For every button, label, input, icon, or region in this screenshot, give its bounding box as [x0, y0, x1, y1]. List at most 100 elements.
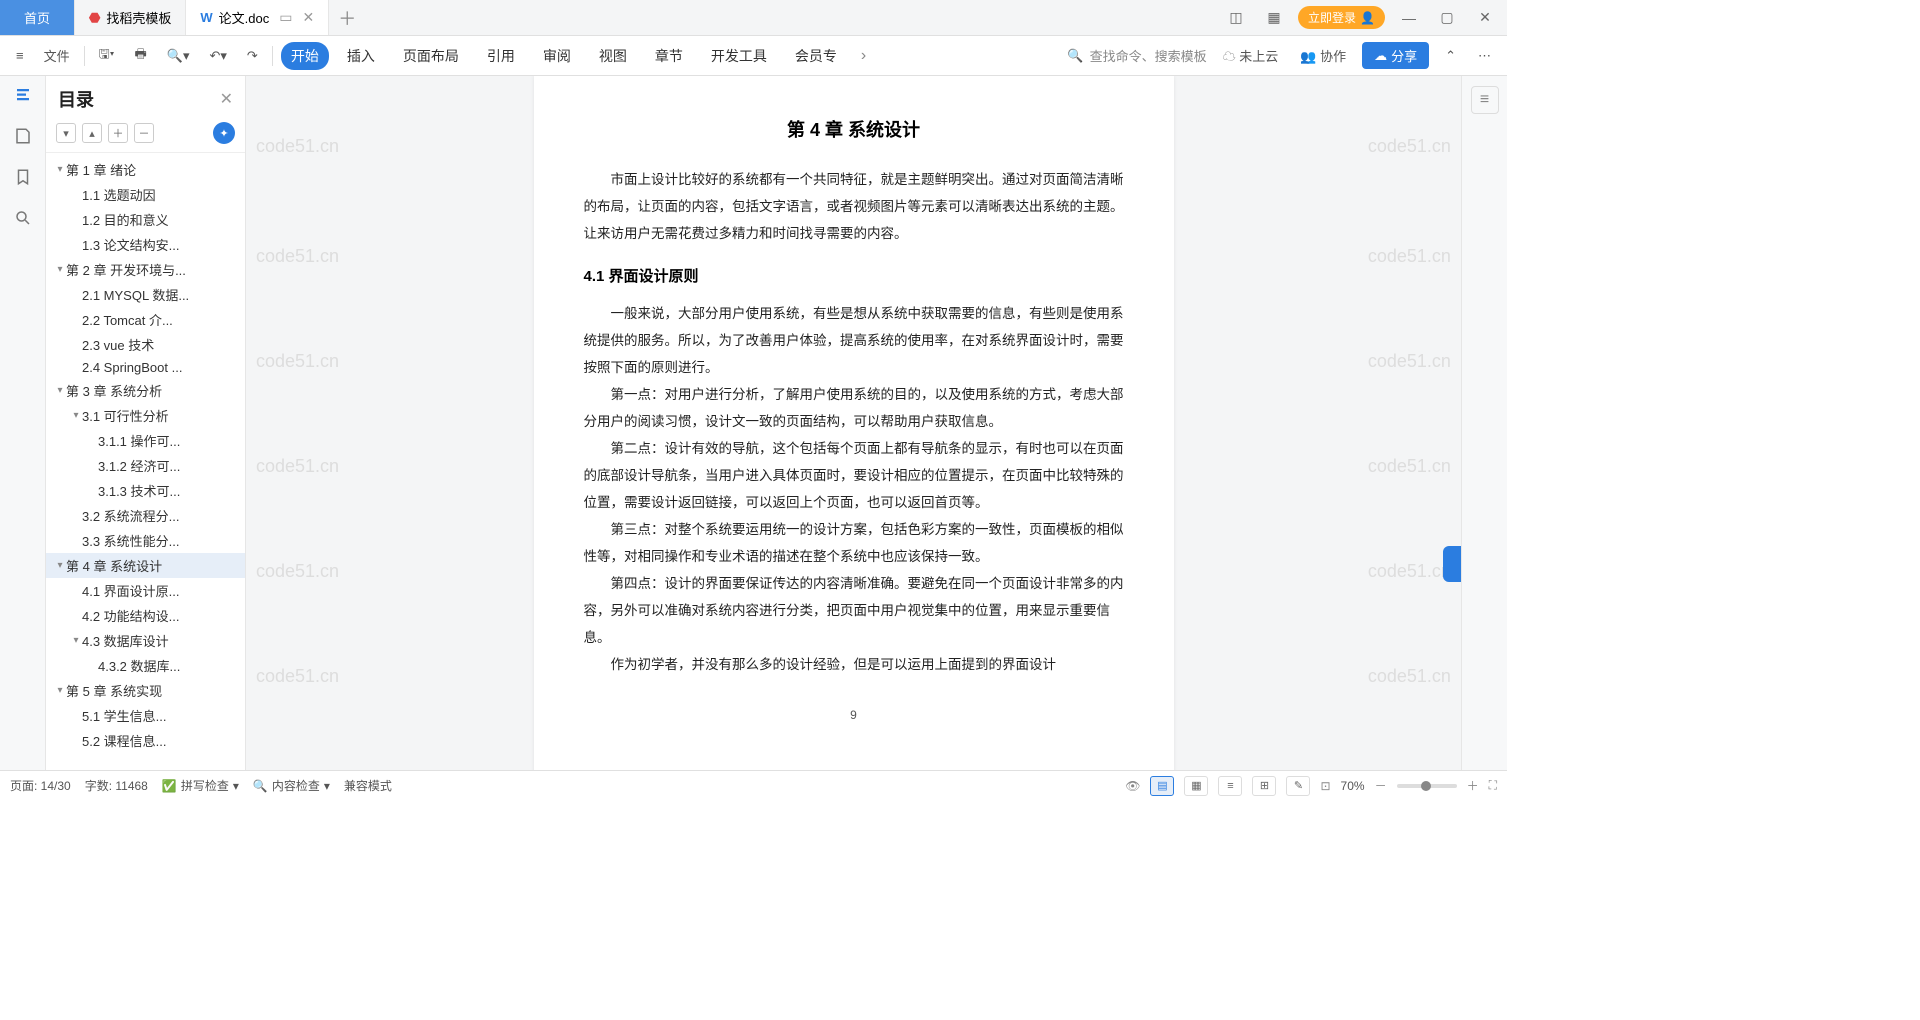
outline-item[interactable]: 3.2 系统流程分... [46, 503, 245, 528]
cloud-status[interactable]: ☁ 未上云 [1217, 42, 1285, 69]
restore-icon[interactable]: ▭ [279, 9, 292, 26]
view-page-icon[interactable]: ▤ [1150, 776, 1174, 796]
login-button[interactable]: 立即登录 👤 [1298, 6, 1385, 29]
file-menu[interactable]: 文件 [38, 42, 76, 69]
find-icon[interactable] [14, 209, 32, 232]
ai-icon[interactable]: ✦ [213, 122, 235, 144]
outline-item[interactable]: 2.2 Tomcat 介... [46, 307, 245, 332]
outline-item-label: 5.2 课程信息... [82, 731, 167, 750]
ribbon-tab-member[interactable]: 会员专 [785, 42, 847, 70]
share-button[interactable]: ☁ 分享 [1362, 42, 1429, 69]
outline-item[interactable]: 4.3.2 数据库... [46, 653, 245, 678]
outline-item[interactable]: ▾第 3 章 系统分析 [46, 378, 245, 403]
outline-item[interactable]: 5.1 学生信息... [46, 703, 245, 728]
minimize-icon[interactable]: — [1395, 10, 1423, 26]
outline-item[interactable]: ▾第 2 章 开发环境与... [46, 257, 245, 282]
bookmark-icon[interactable] [14, 168, 32, 191]
view-comment-icon[interactable]: ✎ [1286, 776, 1310, 796]
ribbon-tab-references[interactable]: 引用 [477, 42, 525, 70]
spellcheck-button[interactable]: ✅ 拼写检查 ▾ [162, 777, 239, 794]
view-read-icon[interactable]: ⊞ [1252, 776, 1276, 796]
outline-tree[interactable]: ▾第 1 章 绪论1.1 选题动因1.2 目的和意义1.3 论文结构安...▾第… [46, 153, 245, 770]
outline-item[interactable]: 1.1 选题动因 [46, 182, 245, 207]
zoom-out-icon[interactable]: － [1375, 777, 1387, 794]
page-indicator[interactable]: 页面: 14/30 [10, 777, 71, 794]
zoom-in-icon[interactable]: ＋ [1467, 777, 1479, 794]
outline-item[interactable]: 4.2 功能结构设... [46, 603, 245, 628]
tab-home[interactable]: 首页 [0, 0, 75, 35]
zoom-slider[interactable] [1397, 784, 1457, 788]
view-web-icon[interactable]: ▦ [1184, 776, 1208, 796]
outline-item[interactable]: 3.1.3 技术可... [46, 478, 245, 503]
maximize-icon[interactable]: ▢ [1433, 9, 1461, 26]
view-outline-icon[interactable]: ≡ [1218, 776, 1242, 796]
outline-item[interactable]: ▾第 4 章 系统设计 [46, 553, 245, 578]
zoom-fit-icon[interactable]: ⊡ [1320, 779, 1330, 793]
fullscreen-icon[interactable]: ⛶ [1489, 778, 1497, 793]
content-check-button[interactable]: 🔍 内容检查 ▾ [253, 777, 330, 794]
ribbon-collapse-icon[interactable]: ⌃ [1439, 44, 1462, 68]
outline-item[interactable]: 2.1 MYSQL 数据... [46, 282, 245, 307]
ribbon-tab-insert[interactable]: 插入 [337, 42, 385, 70]
menu-icon[interactable]: ≡ [10, 44, 30, 67]
ribbon-tab-devtools[interactable]: 开发工具 [701, 42, 777, 70]
eye-icon[interactable]: 👁 [1125, 779, 1140, 793]
outline-icon[interactable] [14, 86, 32, 109]
zoom-value[interactable]: 70% [1341, 779, 1365, 793]
outline-item[interactable]: ▾4.3 数据库设计 [46, 628, 245, 653]
twisty-icon[interactable]: ▾ [70, 635, 82, 646]
outline-item[interactable]: ▾3.1 可行性分析 [46, 403, 245, 428]
close-window-icon[interactable]: ✕ [1471, 9, 1499, 26]
outline-item[interactable]: 1.3 论文结构安... [46, 232, 245, 257]
outline-item[interactable]: ▾第 5 章 系统实现 [46, 678, 245, 703]
ribbon-tab-review[interactable]: 审阅 [533, 42, 581, 70]
print-icon[interactable]: 🖶 [129, 41, 153, 71]
outline-item[interactable]: 5.2 课程信息... [46, 728, 245, 753]
preview-icon[interactable]: 🔍▾ [161, 44, 196, 68]
twisty-icon[interactable]: ▾ [54, 385, 66, 396]
outline-close-icon[interactable]: ✕ [220, 89, 233, 109]
feedback-tab[interactable] [1443, 546, 1461, 582]
right-panel-toggle-icon[interactable]: ≡ [1471, 86, 1499, 114]
twisty-icon[interactable]: ▾ [54, 685, 66, 696]
apps-icon[interactable]: ▦ [1260, 9, 1288, 26]
canvas[interactable]: 📄▾ code51.cncode51.cncode51.cncode51.cnc… [246, 76, 1461, 770]
ribbon-tab-layout[interactable]: 页面布局 [393, 42, 469, 70]
twisty-icon[interactable]: ▾ [54, 264, 66, 275]
word-count[interactable]: 字数: 11468 [85, 777, 148, 794]
twisty-icon[interactable]: ▾ [54, 164, 66, 175]
expand-all-icon[interactable]: ▴ [82, 123, 102, 143]
compat-mode[interactable]: 兼容模式 [344, 777, 392, 794]
ribbon-tab-view[interactable]: 视图 [589, 42, 637, 70]
add-heading-icon[interactable]: ＋ [108, 123, 128, 143]
collapse-all-icon[interactable]: ▾ [56, 123, 76, 143]
outline-item[interactable]: 2.3 vue 技术 [46, 332, 245, 357]
collab-button[interactable]: 👥 协作 [1294, 42, 1352, 69]
remove-heading-icon[interactable]: － [134, 123, 154, 143]
redo-icon[interactable]: ↷ [241, 44, 264, 68]
tab-add[interactable]: ＋ [329, 0, 365, 35]
ribbon-more-icon[interactable]: ⋯ [1472, 44, 1497, 68]
ribbon-tab-start[interactable]: 开始 [281, 42, 329, 70]
twisty-icon[interactable]: ▾ [54, 560, 66, 571]
outline-item[interactable]: 4.1 界面设计原... [46, 578, 245, 603]
outline-item[interactable]: 3.3 系统性能分... [46, 528, 245, 553]
outline-item[interactable]: 3.1.2 经济可... [46, 453, 245, 478]
outline-item[interactable]: 3.1.1 操作可... [46, 428, 245, 453]
tab-doc[interactable]: W 论文.doc ▭ ✕ [186, 0, 329, 35]
twisty-icon[interactable]: ▾ [70, 410, 82, 421]
outline-item[interactable]: 2.4 SpringBoot ... [46, 357, 245, 378]
attachment-icon[interactable] [14, 127, 32, 150]
doc-title: 第 4 章 系统设计 [584, 116, 1124, 142]
undo-icon[interactable]: ↶▾ [204, 44, 233, 68]
outline-item[interactable]: ▾第 1 章 绪论 [46, 157, 245, 182]
search-box[interactable]: 🔍 查找命令、搜索模板 [1067, 46, 1206, 65]
tab-close-icon[interactable]: ✕ [302, 9, 314, 26]
ribbon-tab-section[interactable]: 章节 [645, 42, 693, 70]
save-icon[interactable]: 🖫▾ [93, 41, 121, 71]
layout-icon[interactable]: ◫ [1222, 9, 1250, 26]
ribbon-more-icon[interactable]: › [855, 47, 872, 65]
outline-item[interactable]: 1.2 目的和意义 [46, 207, 245, 232]
body: 目录 ✕ ▾ ▴ ＋ － ✦ ▾第 1 章 绪论1.1 选题动因1.2 目的和意… [0, 76, 1507, 770]
tab-template[interactable]: ⬣ 找稻壳模板 [75, 0, 186, 35]
